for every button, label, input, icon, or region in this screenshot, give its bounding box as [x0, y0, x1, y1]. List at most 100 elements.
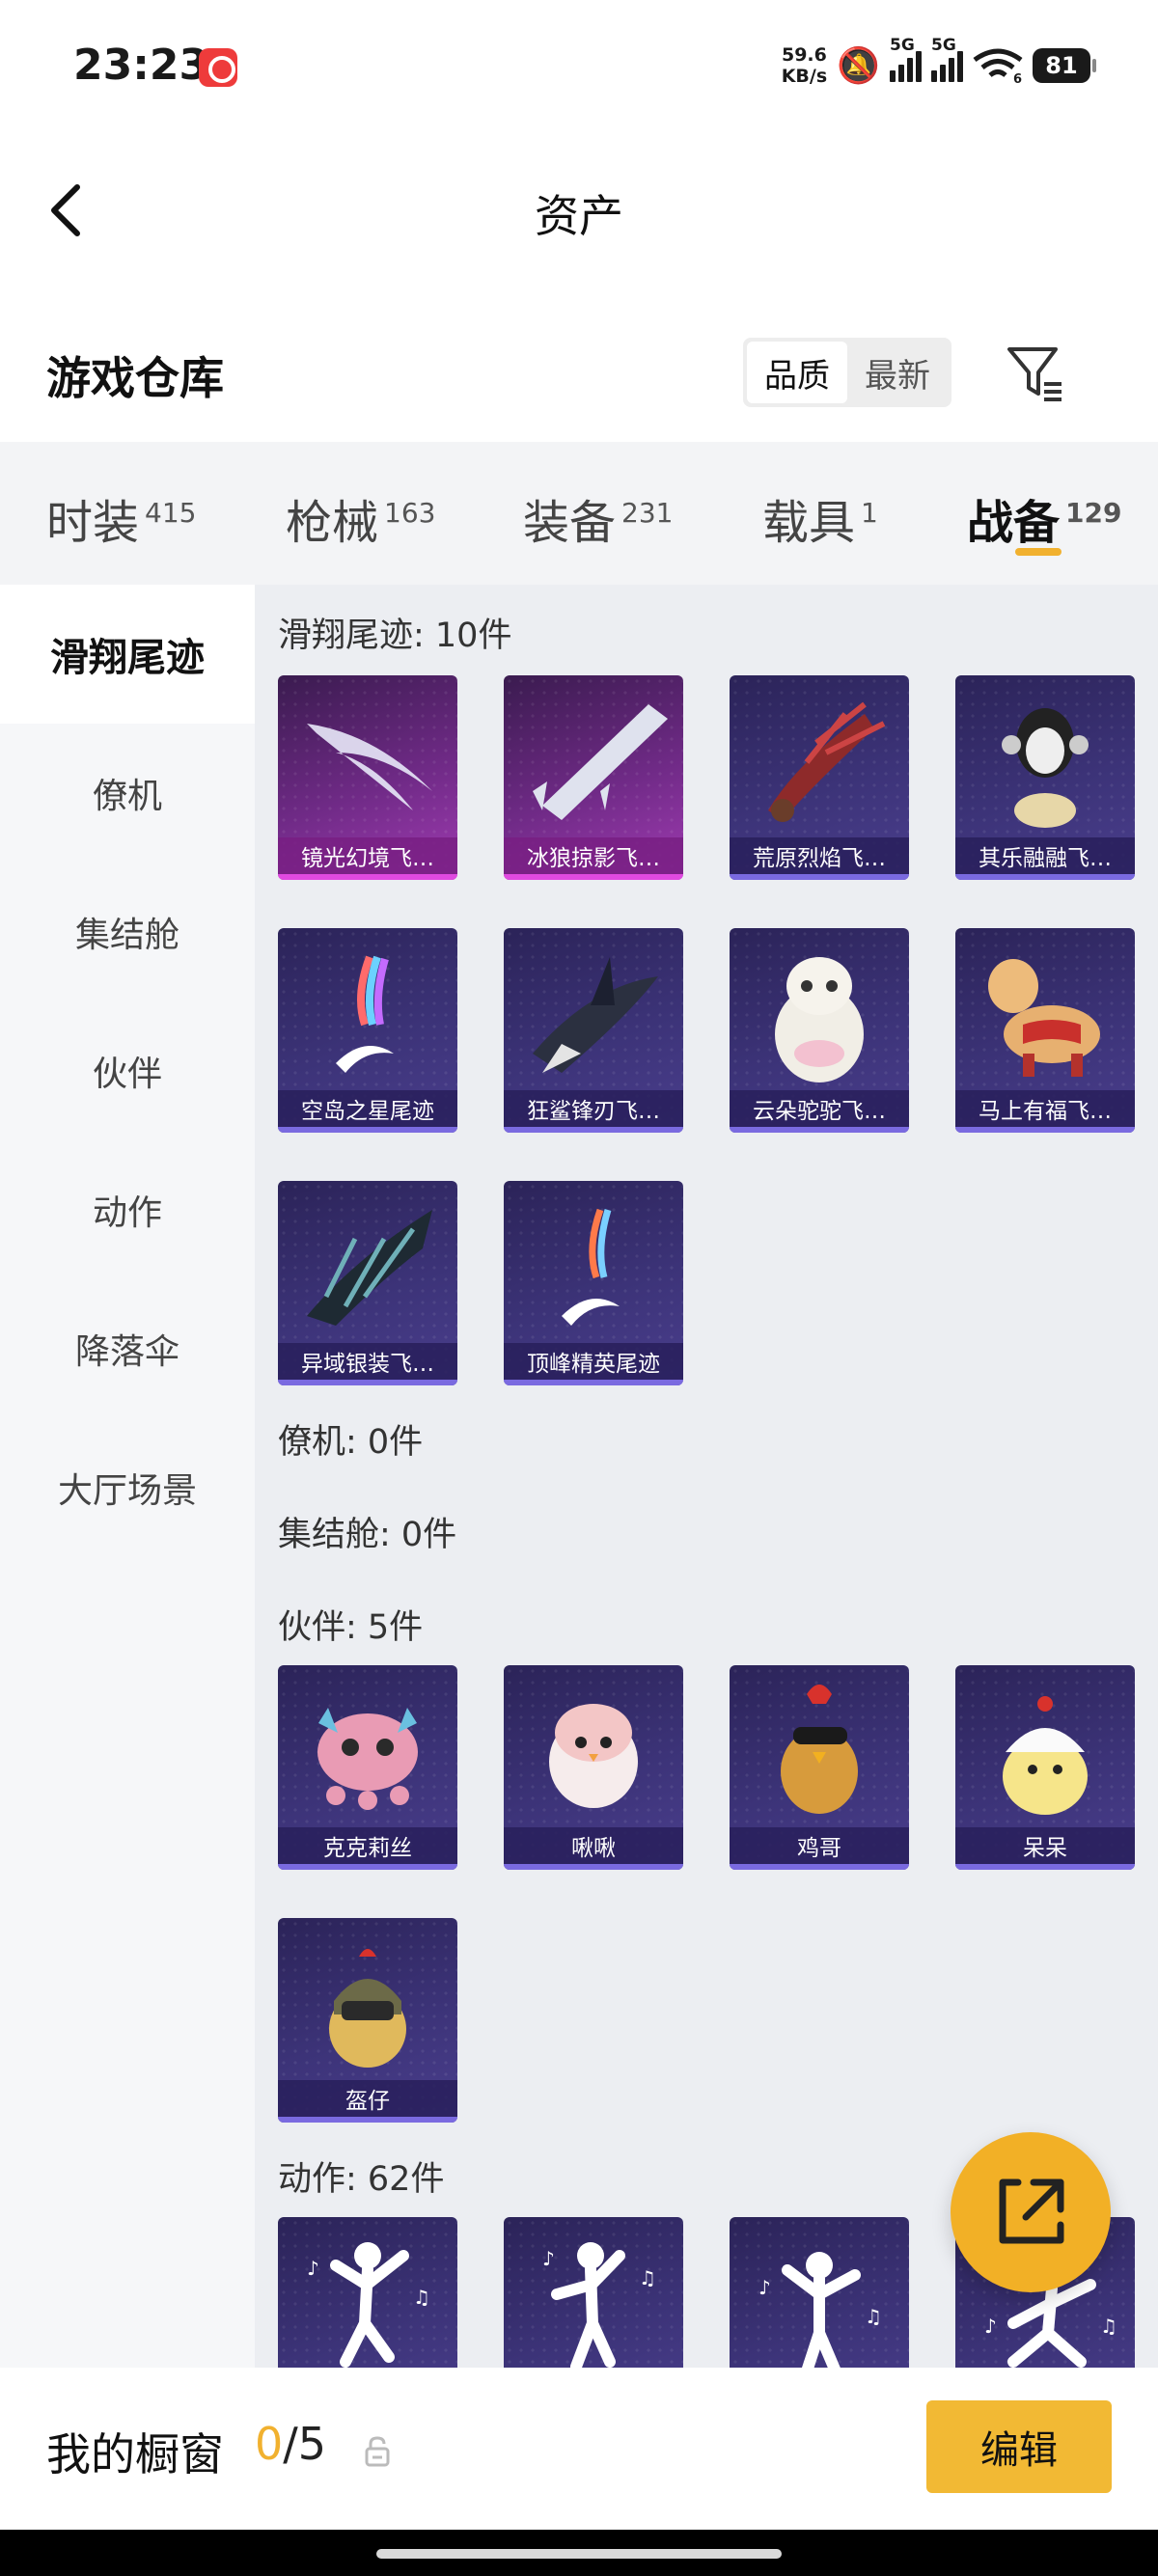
- showcase-bar: 我的橱窗 0/5 编辑: [0, 2368, 1158, 2530]
- active-tab-indicator: [1015, 548, 1062, 556]
- item-card[interactable]: 冰狼掠影飞…: [504, 675, 683, 880]
- item-card[interactable]: 克克莉丝: [278, 1665, 457, 1870]
- tab-label: 时装: [46, 496, 140, 550]
- showcase-label: 我的橱窗: [46, 2428, 224, 2480]
- sidebar-item-lobby-scene[interactable]: 大厅场景: [0, 1418, 255, 1557]
- net-speed-value: 59.6: [781, 44, 827, 66]
- bird-partner-art: [549, 1704, 638, 1808]
- item-card[interactable]: 其乐融融飞…: [955, 675, 1135, 880]
- item-card[interactable]: 狂鲨锋刃飞…: [504, 928, 683, 1133]
- item-name: 顶峰精英尾迹: [504, 1343, 683, 1380]
- item-card[interactable]: ♪ ♫: [730, 2217, 909, 2368]
- showcase-count: 0/5: [255, 2418, 326, 2470]
- item-name: 狂鲨锋刃飞…: [504, 1090, 683, 1127]
- group-title-emotes: 动作: 62件: [278, 2160, 445, 2199]
- tab-label: 枪械: [286, 496, 379, 550]
- svg-text:♫: ♫: [413, 2286, 430, 2309]
- group-title-pod: 集结舱: 0件: [278, 1516, 457, 1554]
- sidebar-item-wingman[interactable]: 僚机: [0, 724, 255, 863]
- rarity-bar: [278, 1127, 457, 1133]
- item-card[interactable]: 空岛之星尾迹: [278, 928, 457, 1133]
- share-button[interactable]: [951, 2132, 1111, 2292]
- dance-emote-art: ♪ ♫: [758, 2252, 882, 2368]
- edit-button[interactable]: 编辑: [926, 2400, 1112, 2493]
- helmet-chick-partner-art: [329, 1949, 406, 2068]
- sidebar-item-emote[interactable]: 动作: [0, 1140, 255, 1279]
- item-grid-panel: 滑翔尾迹: 10件 镜光幻境飞… 冰狼掠影飞… 荒原烈焰飞… 其乐融融飞… 空岛…: [255, 585, 1158, 2368]
- tab-equipment[interactable]: 装备 231: [523, 484, 673, 552]
- tab-count: 231: [621, 497, 674, 529]
- group-title-trails: 滑翔尾迹: 10件: [278, 617, 512, 655]
- rarity-bar: [730, 1127, 909, 1133]
- home-indicator[interactable]: [376, 2549, 782, 2559]
- mute-bell-icon: 🔕: [837, 46, 880, 86]
- battery-level: 81: [1045, 52, 1078, 79]
- rarity-bar: [278, 874, 457, 880]
- item-card[interactable]: 鸡哥: [730, 1665, 909, 1870]
- svg-text:♪: ♪: [984, 2315, 997, 2338]
- item-card[interactable]: 云朵驼驼飞…: [730, 928, 909, 1133]
- showcase-current: 0: [255, 2418, 284, 2470]
- tab-count: 1: [861, 497, 878, 529]
- svg-text:♪: ♪: [307, 2257, 319, 2280]
- shark-trail-art: [533, 957, 658, 1073]
- tab-count: 163: [384, 497, 436, 529]
- svg-text:♪: ♪: [542, 2247, 555, 2270]
- sim1-label: 5G: [890, 36, 915, 55]
- sort-newest-button[interactable]: 最新: [847, 342, 948, 403]
- rarity-bar: [955, 874, 1135, 880]
- sim2-label: 5G: [931, 36, 956, 55]
- filter-icon[interactable]: [1004, 342, 1067, 405]
- tab-vehicles[interactable]: 载具 1: [762, 484, 878, 552]
- unlock-icon: [365, 2436, 390, 2467]
- dance-emote-art: ♪ ♫: [542, 2242, 656, 2368]
- sidebar-item-pod[interactable]: 集结舱: [0, 863, 255, 1001]
- tab-combat-gear[interactable]: 战备 129: [967, 484, 1121, 552]
- item-card[interactable]: 荒原烈焰飞…: [730, 675, 909, 880]
- system-nav-bar: [0, 2530, 1158, 2576]
- sidebar-item-partner[interactable]: 伙伴: [0, 1001, 255, 1140]
- item-name: 鸡哥: [730, 1827, 909, 1864]
- item-name: 镜光幻境飞…: [278, 837, 457, 874]
- net-speed-unit: KB/s: [781, 66, 828, 87]
- tab-count: 415: [145, 497, 197, 529]
- item-card[interactable]: 顶峰精英尾迹: [504, 1181, 683, 1385]
- rarity-bar: [504, 1864, 683, 1870]
- item-card[interactable]: 盔仔: [278, 1918, 457, 2123]
- chick-partner-art: [1003, 1696, 1088, 1815]
- item-card[interactable]: 镜光幻境飞…: [278, 675, 457, 880]
- item-card[interactable]: 异域银装飞…: [278, 1181, 457, 1385]
- sort-toggle: 品质 最新: [743, 338, 951, 407]
- wifi-sub: 6: [1013, 72, 1022, 83]
- group-title-partners: 伙伴: 5件: [278, 1608, 424, 1647]
- sidebar-item-glide-trail[interactable]: 滑翔尾迹: [0, 585, 255, 724]
- item-card[interactable]: 马上有福飞…: [955, 928, 1135, 1133]
- rarity-bar: [278, 2117, 457, 2123]
- horse-trail-art: [988, 959, 1100, 1077]
- wifi-icon: 6: [973, 48, 1023, 83]
- sidebar-item-parachute[interactable]: 降落伞: [0, 1279, 255, 1418]
- tab-count: 129: [1065, 497, 1122, 529]
- chicken-partner-art: [781, 1685, 858, 1814]
- battery-icon: 81: [1033, 48, 1096, 83]
- item-name: 冰狼掠影飞…: [504, 837, 683, 874]
- item-name: 云朵驼驼飞…: [730, 1090, 909, 1127]
- item-card[interactable]: 呆呆: [955, 1665, 1135, 1870]
- flame-trail-art: [768, 701, 886, 822]
- rarity-bar: [730, 1864, 909, 1870]
- rarity-bar: [278, 1380, 457, 1385]
- tab-fashion[interactable]: 时装 415: [46, 484, 196, 552]
- item-name: 呆呆: [955, 1827, 1135, 1864]
- item-card[interactable]: 啾啾: [504, 1665, 683, 1870]
- rarity-bar: [730, 874, 909, 880]
- tab-guns[interactable]: 枪械 163: [286, 484, 435, 552]
- sort-quality-button[interactable]: 品质: [747, 342, 847, 403]
- alpaca-trail-art: [775, 957, 864, 1082]
- item-card[interactable]: ♪ ♫: [504, 2217, 683, 2368]
- octopus-partner-art: [317, 1708, 418, 1810]
- item-card[interactable]: ♪ ♫: [278, 2217, 457, 2368]
- rarity-bar: [278, 1864, 457, 1870]
- external-share-icon: [999, 2179, 1064, 2244]
- category-tabs: 时装 415 枪械 163 装备 231 载具 1 战备 129: [0, 442, 1158, 585]
- silver-wing-trail-art: [307, 1210, 432, 1326]
